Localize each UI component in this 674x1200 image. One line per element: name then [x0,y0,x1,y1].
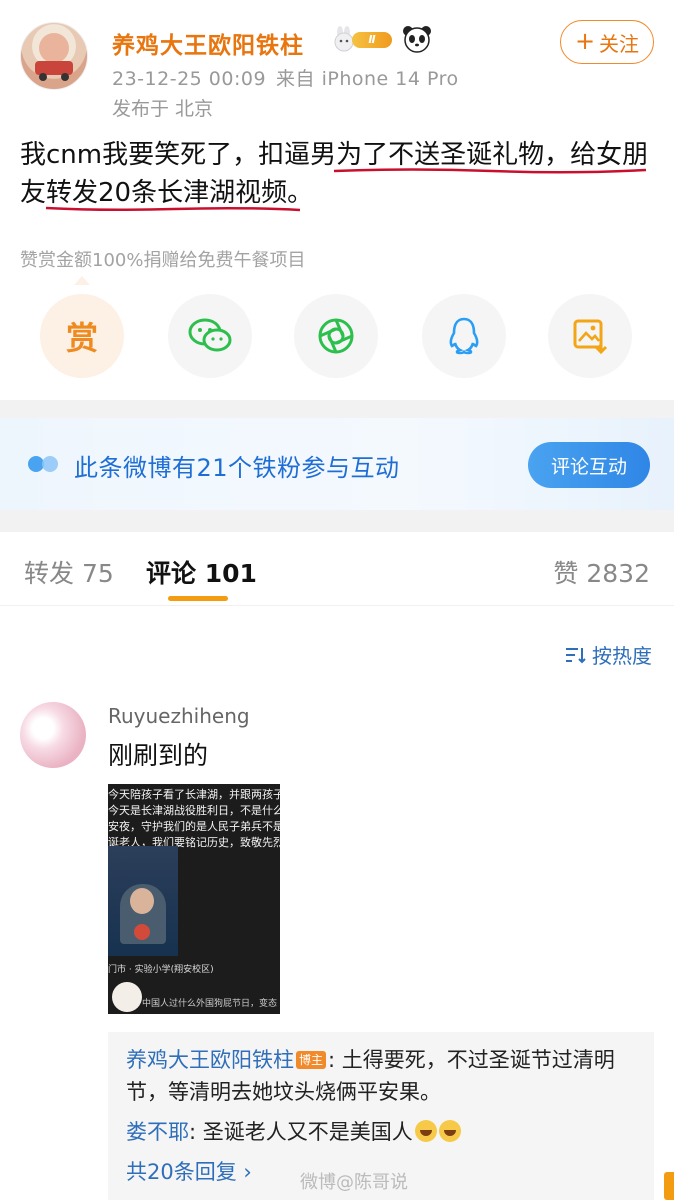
post-tabs: 转发 75 评论 101 赞 2832 [0,532,674,606]
video-person-face [130,888,154,914]
save-image-button[interactable] [548,294,632,378]
video-caption: 中国人过什么外国狗屁节日，变态 [142,999,278,1009]
laugh-cry-emoji-icon [414,1120,437,1142]
level-badge-label: Ⅱ [352,32,392,48]
floating-edge-tab[interactable] [664,1172,674,1200]
video-location-tag: 门市 · 实验小学(翔安校区) [108,965,214,975]
plus-icon: + [574,27,596,55]
sort-icon [566,647,586,663]
reply-text: : 圣诞老人又不是美国人 [189,1120,413,1144]
post-meta: 23-12-25 00:09 来自 iPhone 14 Pro [112,64,459,91]
avatar-wheel-art [39,73,47,81]
post-timestamp: 23-12-25 00:09 [112,68,267,90]
reply-item: 娄不耶: 圣诞老人又不是美国人 [126,1116,638,1148]
reply-author[interactable]: 娄不耶 [126,1120,189,1144]
reward-note: 赞赏金额100%捐赠给免费午餐项目 [20,250,306,271]
sort-toggle[interactable]: 按热度 [564,640,652,669]
reply-author[interactable]: 养鸡大王欧阳铁柱 [126,1048,294,1072]
moments-share-button[interactable] [294,294,378,378]
red-underline-mark [333,168,647,174]
sort-label: 按热度 [592,644,652,668]
reward-pointer [74,276,90,285]
level-badge[interactable]: Ⅱ [332,26,394,52]
avatar-wheel-art [61,73,69,81]
follow-label: 关注 [599,31,640,56]
section-divider [0,510,674,532]
comment-video-thumbnail[interactable]: 今天陪孩子看了长津湖，并跟两孩子说 今天是长津湖战役胜利日，不是什么平 安夜，守… [108,784,280,1014]
video-subtitle-line: 安夜，守护我们的是人民子弟兵不是圣 [108,820,280,833]
comment-interact-button[interactable]: 评论互动 [528,442,650,488]
tab-likes[interactable]: 赞 2832 [553,554,650,590]
author-name[interactable]: 养鸡大王欧阳铁柱 [112,26,304,60]
section-divider [0,400,674,418]
more-replies-link[interactable]: 共20条回复 › [126,1156,252,1186]
qq-penguin-icon [449,317,479,355]
banner-text: 此条微博有21个铁粉参与互动 [74,454,400,482]
qq-share-button[interactable] [422,294,506,378]
author-badge: 博主 [296,1051,327,1069]
fan-interaction-banner[interactable]: 此条微博有21个铁粉参与互动 评论互动 [0,418,674,510]
panda-icon[interactable] [402,24,432,54]
video-mascot [112,982,142,1012]
post-location: 发布于 北京 [112,98,214,120]
comment-text: 刚刷到的 [108,741,209,770]
video-emblem [134,924,150,940]
watermark: 微博@陈哥说 [300,1172,408,1193]
tab-repost[interactable]: 转发 75 [24,554,114,590]
post-source: 来自 iPhone 14 Pro [276,68,459,90]
wechat-share-button[interactable] [168,294,252,378]
moments-icon [318,318,354,354]
commenter-avatar[interactable] [20,702,86,768]
tab-comments[interactable]: 评论 101 [146,554,257,590]
laugh-cry-emoji-icon [438,1120,461,1142]
reward-button[interactable]: 赏 [40,294,124,378]
wechat-icon [188,318,232,352]
share-row: 赏 [40,294,640,378]
image-download-icon [573,319,608,355]
avatar-sun-art [39,33,69,63]
red-underline-mark [45,206,301,212]
video-subtitle-line: 今天陪孩子看了长津湖，并跟两孩子说 [108,788,280,801]
fan-dots-icon [28,456,58,472]
reply-item: 养鸡大王欧阳铁柱 博主: 土得要死，不过圣诞节过清明节，等清明去她坟头烧俩平安果。 [126,1044,638,1108]
active-tab-indicator [168,596,228,601]
follow-button[interactable]: + 关注 [560,20,654,64]
author-avatar[interactable] [20,22,88,90]
video-subtitle-line: 今天是长津湖战役胜利日，不是什么平 [108,804,280,817]
commenter-name[interactable]: Ruyuezhiheng [108,704,250,728]
